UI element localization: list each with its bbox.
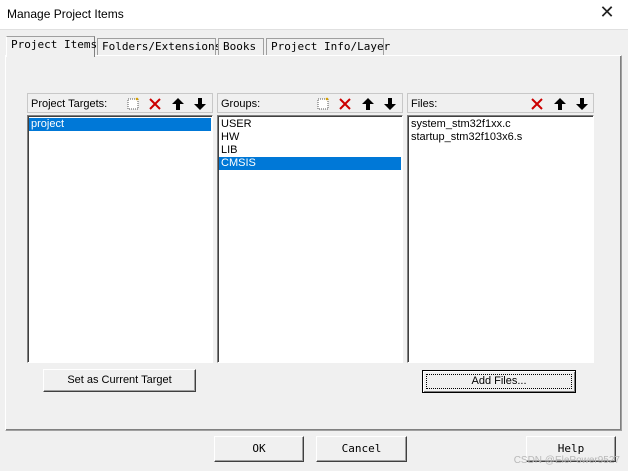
- delete-group-icon[interactable]: [336, 95, 354, 112]
- files-header: Files:: [407, 93, 594, 113]
- focus-rect: [426, 374, 572, 389]
- move-down-file-icon[interactable]: [573, 95, 591, 112]
- add-files-button[interactable]: Add Files...: [422, 370, 576, 393]
- project-targets-label: Project Targets:: [31, 98, 108, 110]
- title-bar: Manage Project Items ✕: [0, 0, 628, 30]
- project-targets-list[interactable]: project: [27, 115, 213, 363]
- list-item-file[interactable]: system_stm32f1xx.c: [409, 118, 592, 131]
- set-current-target-label: Set as Current Target: [67, 374, 172, 386]
- tab-folders-extensions[interactable]: Folders/Extensions: [97, 38, 221, 56]
- groups-list[interactable]: USER HW LIB CMSIS: [217, 115, 403, 363]
- move-down-group-icon[interactable]: [381, 95, 399, 112]
- files-list[interactable]: system_stm32f1xx.c startup_stm32f103x6.s: [407, 115, 594, 363]
- tab-books[interactable]: Books: [218, 38, 264, 56]
- move-up-target-icon[interactable]: [169, 95, 187, 112]
- cancel-button[interactable]: Cancel: [316, 436, 407, 462]
- project-targets-header: Project Targets:: [27, 93, 213, 113]
- tab-project-info-layer[interactable]: Project Info/Layer: [266, 38, 390, 56]
- ok-label: OK: [252, 442, 266, 455]
- delete-file-icon[interactable]: [528, 95, 546, 112]
- help-label: Help: [557, 442, 585, 455]
- list-item-project[interactable]: project: [29, 118, 211, 131]
- list-item-hw[interactable]: HW: [219, 131, 401, 144]
- project-targets-group: Project Targets: project: [27, 93, 213, 363]
- move-up-group-icon[interactable]: [359, 95, 377, 112]
- files-group: Files: system_stm32f1xx.c startup_stm32f…: [407, 93, 594, 363]
- ok-button[interactable]: OK: [214, 436, 304, 462]
- new-group-icon[interactable]: [314, 95, 332, 112]
- new-target-icon[interactable]: [124, 95, 142, 112]
- set-current-target-button[interactable]: Set as Current Target: [43, 369, 196, 392]
- move-down-target-icon[interactable]: [191, 95, 209, 112]
- move-up-file-icon[interactable]: [551, 95, 569, 112]
- watermark: CSDN @ElePower9527: [513, 455, 620, 466]
- tab-project-items[interactable]: Project Items: [6, 36, 97, 57]
- cancel-label: Cancel: [341, 442, 382, 455]
- list-item-lib[interactable]: LIB: [219, 144, 401, 157]
- delete-target-icon[interactable]: [146, 95, 164, 112]
- groups-label: Groups:: [221, 98, 261, 110]
- groups-group: Groups: USER HW LIB CMSIS: [217, 93, 403, 363]
- list-item-cmsis[interactable]: CMSIS: [219, 157, 401, 170]
- files-label: Files:: [411, 98, 438, 110]
- groups-header: Groups:: [217, 93, 403, 113]
- list-item-file[interactable]: startup_stm32f103x6.s: [409, 131, 592, 144]
- window-title: Manage Project Items: [7, 7, 124, 21]
- list-item-user[interactable]: USER: [219, 118, 401, 131]
- close-icon[interactable]: ✕: [598, 4, 616, 22]
